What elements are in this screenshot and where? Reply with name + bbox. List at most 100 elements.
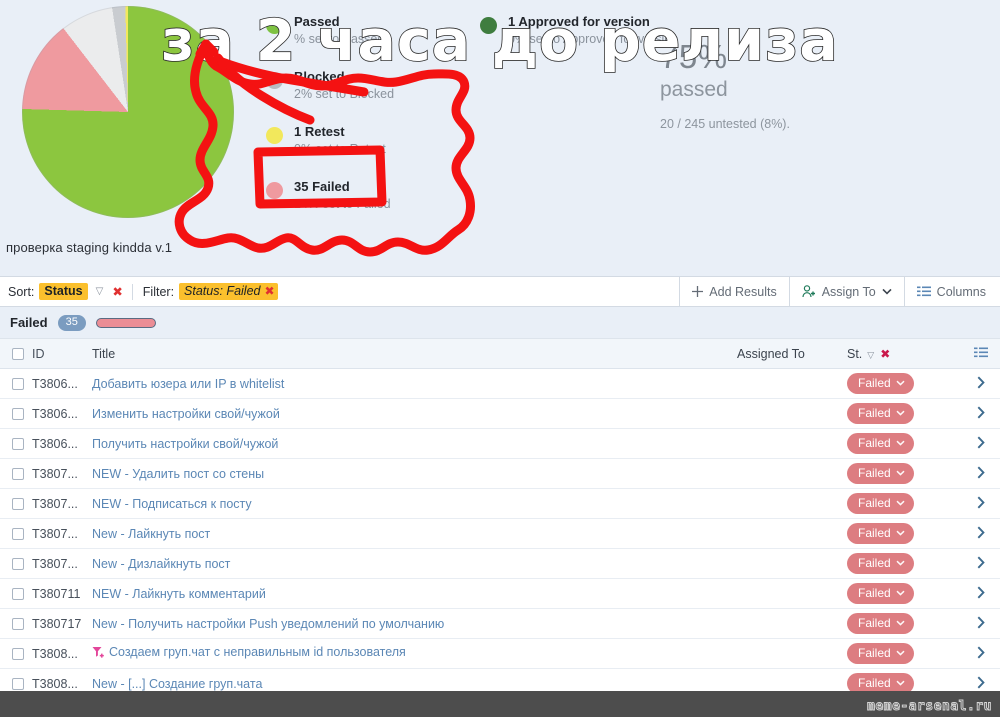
row-expand-cell[interactable] [962,436,1000,452]
table-row[interactable]: T380717 New - Получить настройки Push уве… [0,609,1000,639]
status-badge[interactable]: Failed [847,463,914,484]
table-row[interactable]: T3807... New - Дизлайкнуть пост Failed [0,549,1000,579]
row-title-link[interactable]: Получить настройки свой/чужой [92,437,278,451]
chevron-right-icon[interactable] [977,376,985,392]
row-checkbox[interactable] [12,377,24,390]
row-expand-cell[interactable] [962,466,1000,482]
row-title-link[interactable]: New - [...] Создание груп.чата [92,677,262,691]
row-title-link[interactable]: NEW - Лайкнуть комментарий [92,587,266,601]
chevron-right-icon[interactable] [977,556,985,572]
row-expand-cell[interactable] [962,676,1000,692]
status-badge[interactable]: Failed [847,613,914,634]
status-badge[interactable]: Failed [847,373,914,394]
status-badge[interactable]: Failed [847,553,914,574]
table-row[interactable]: T3807... NEW - Подписаться к посту Failed [0,489,1000,519]
status-clear-icon[interactable]: ✖ [880,347,890,361]
row-title-link[interactable]: New - Лайкнуть пост [92,527,210,541]
filter-chip[interactable]: Status: Failed ✖ [179,283,278,300]
row-status-cell[interactable]: Failed [847,433,962,454]
row-checkbox[interactable] [12,677,24,690]
row-checkbox[interactable] [12,617,24,630]
row-title-link[interactable]: New - Получить настройки Push уведомлени… [92,617,444,631]
row-checkbox[interactable] [12,467,24,480]
header-assigned-to[interactable]: Assigned To [737,347,847,361]
row-select-cell[interactable] [0,647,32,660]
clear-filter-button[interactable]: ✖ [264,284,274,298]
row-expand-cell[interactable] [962,526,1000,542]
chevron-right-icon[interactable] [977,466,985,482]
row-expand-cell[interactable] [962,646,1000,662]
row-status-cell[interactable]: Failed [847,373,962,394]
columns-button[interactable]: Columns [905,277,1000,306]
row-select-cell[interactable] [0,497,32,510]
status-badge[interactable]: Failed [847,643,914,664]
assign-to-button[interactable]: Assign To [790,277,905,306]
sort-chip[interactable]: Status [39,283,88,300]
header-column-options[interactable] [962,347,1000,361]
table-row[interactable]: T3807... New - Лайкнуть пост Failed [0,519,1000,549]
row-select-cell[interactable] [0,467,32,480]
table-row[interactable]: T3807... NEW - Удалить пост со стены Faile… [0,459,1000,489]
status-badge[interactable]: Failed [847,433,914,454]
select-all-checkbox[interactable] [12,347,24,360]
row-title-link[interactable]: Изменить настройки свой/чужой [92,407,280,421]
row-expand-cell[interactable] [962,586,1000,602]
clear-sort-button[interactable]: ✖ [112,284,122,299]
select-all-cell[interactable] [0,347,32,360]
status-badge[interactable]: Failed [847,493,914,514]
row-title-link[interactable]: Добавить юзера или IP в whitelist [92,377,284,391]
row-checkbox[interactable] [12,407,24,420]
status-sort-icon[interactable]: ▽ [867,350,874,360]
row-select-cell[interactable] [0,407,32,420]
row-status-cell[interactable]: Failed [847,613,962,634]
row-status-cell[interactable]: Failed [847,493,962,514]
table-row[interactable]: T3806... Добавить юзера или IP в whitelis… [0,369,1000,399]
row-expand-cell[interactable] [962,376,1000,392]
row-select-cell[interactable] [0,437,32,450]
row-expand-cell[interactable] [962,496,1000,512]
add-results-button[interactable]: Add Results [680,277,790,306]
header-status-label[interactable]: St. [847,347,862,361]
row-status-cell[interactable]: Failed [847,403,962,424]
row-select-cell[interactable] [0,527,32,540]
status-badge[interactable]: Failed [847,523,914,544]
status-badge[interactable]: Failed [847,403,914,424]
chevron-right-icon[interactable] [977,526,985,542]
row-select-cell[interactable] [0,617,32,630]
row-checkbox[interactable] [12,497,24,510]
row-checkbox[interactable] [12,437,24,450]
table-row[interactable]: T380711 NEW - Лайкнуть комментарий Failed [0,579,1000,609]
chevron-right-icon[interactable] [977,616,985,632]
header-id[interactable]: ID [32,347,92,361]
row-status-cell[interactable]: Failed [847,523,962,544]
row-expand-cell[interactable] [962,616,1000,632]
row-title-link[interactable]: New - Дизлайкнуть пост [92,557,230,571]
row-title-link[interactable]: Создаем груп.чат с неправильным id польз… [109,645,406,659]
row-expand-cell[interactable] [962,406,1000,422]
row-expand-cell[interactable] [962,556,1000,572]
row-status-cell[interactable]: Failed [847,553,962,574]
row-checkbox[interactable] [12,557,24,570]
row-checkbox[interactable] [12,587,24,600]
row-select-cell[interactable] [0,557,32,570]
header-title[interactable]: Title [92,347,737,361]
status-badge[interactable]: Failed [847,583,914,604]
row-checkbox[interactable] [12,527,24,540]
table-row[interactable]: T3806... Получить настройки свой/чужой Fai… [0,429,1000,459]
table-row[interactable]: T3806... Изменить настройки свой/чужой Fai… [0,399,1000,429]
chevron-right-icon[interactable] [977,406,985,422]
chevron-right-icon[interactable] [977,646,985,662]
chevron-right-icon[interactable] [977,586,985,602]
sort-direction-icon[interactable]: ▽ [96,286,104,297]
chevron-right-icon[interactable] [977,496,985,512]
chevron-right-icon[interactable] [977,676,985,692]
row-select-cell[interactable] [0,377,32,390]
row-status-cell[interactable]: Failed [847,463,962,484]
row-select-cell[interactable] [0,587,32,600]
row-title-link[interactable]: NEW - Подписаться к посту [92,497,252,511]
row-status-cell[interactable]: Failed [847,583,962,604]
row-checkbox[interactable] [12,647,24,660]
table-row[interactable]: T3808... Создаем груп.чат с неправильным … [0,639,1000,669]
chevron-right-icon[interactable] [977,436,985,452]
row-select-cell[interactable] [0,677,32,690]
